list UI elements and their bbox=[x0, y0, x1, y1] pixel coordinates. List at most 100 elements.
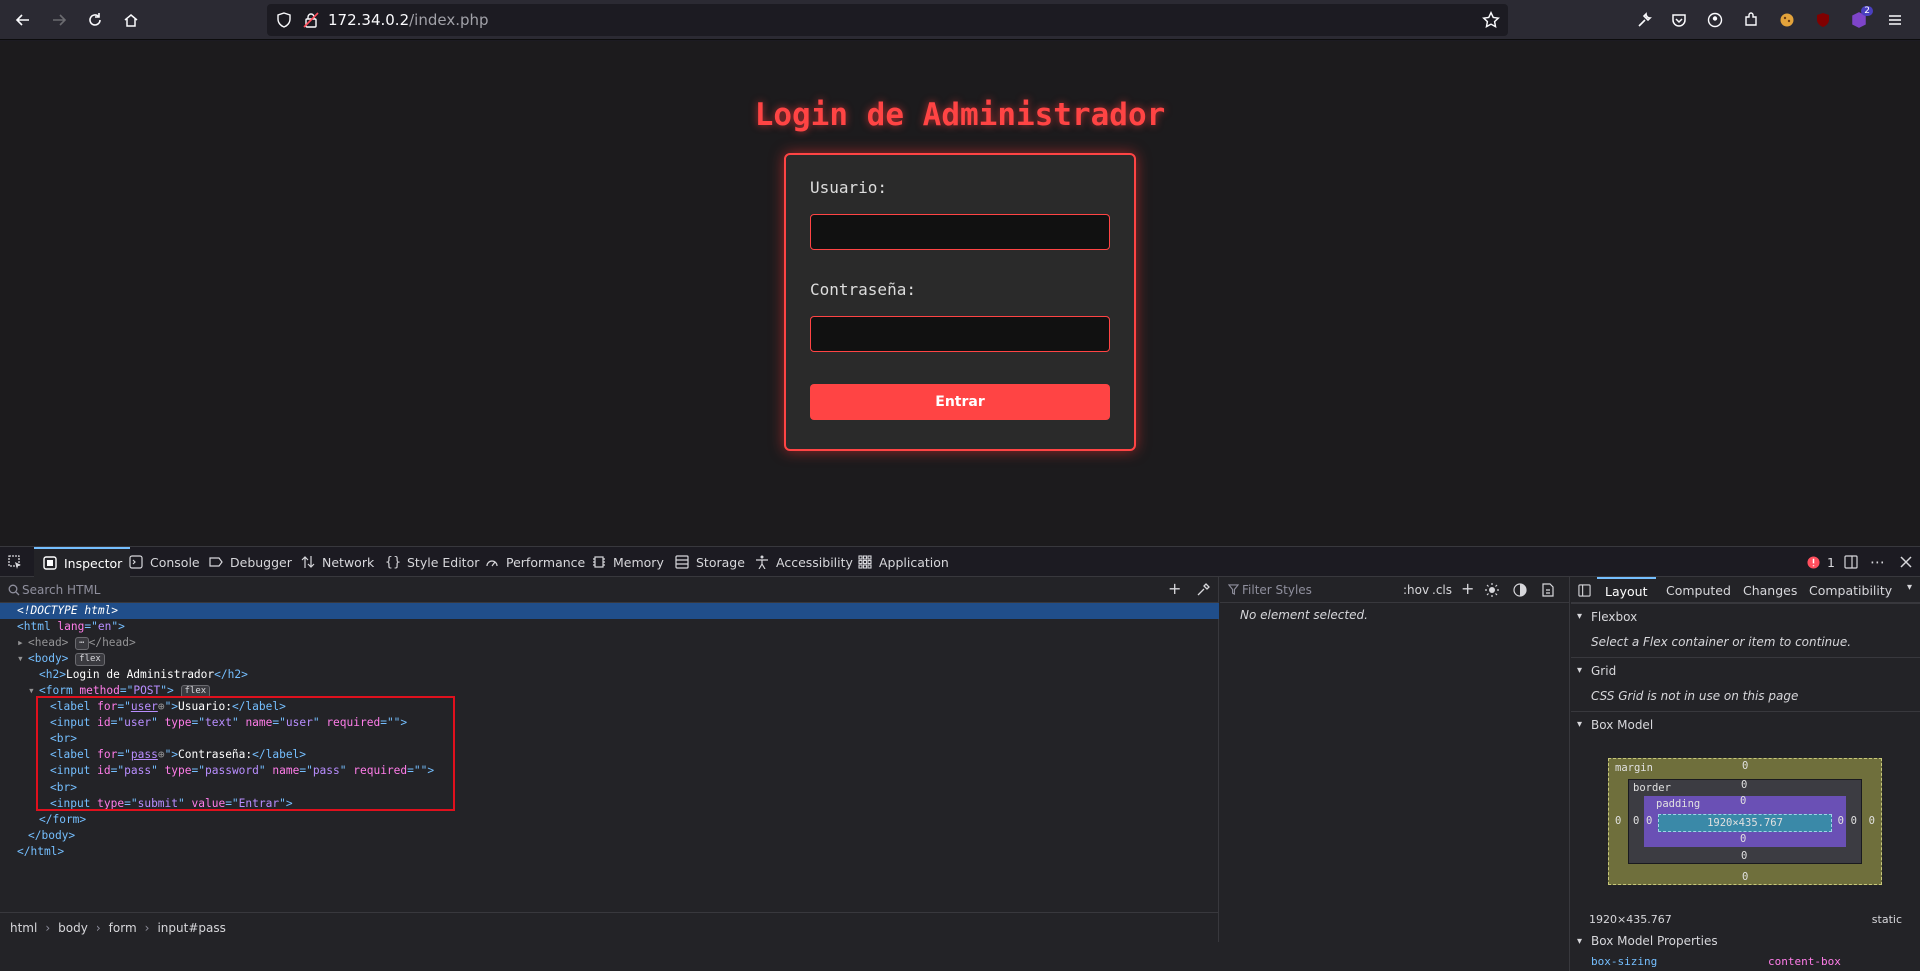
search-html-input[interactable]: Search HTML bbox=[22, 583, 100, 597]
tab-style-editor[interactable]: {} Style Editor bbox=[385, 547, 480, 577]
tree-node-html-close[interactable]: </html> bbox=[0, 844, 1219, 860]
border-left-value[interactable]: 0 bbox=[1633, 815, 1639, 827]
tab-memory[interactable]: Memory bbox=[591, 547, 664, 577]
login-form: Usuario: Contraseña: Entrar bbox=[784, 153, 1136, 451]
password-input[interactable] bbox=[810, 316, 1110, 352]
performance-icon bbox=[484, 554, 500, 570]
insecure-lock-icon[interactable] bbox=[303, 12, 319, 28]
bookmark-star-icon[interactable] bbox=[1482, 11, 1500, 29]
box-model-margin[interactable]: margin 0 0 0 0 border 0 0 0 0 padding 0 … bbox=[1608, 758, 1882, 885]
back-button[interactable] bbox=[9, 6, 37, 34]
margin-bottom-value[interactable]: 0 bbox=[1742, 871, 1748, 883]
breadcrumb-item[interactable]: html bbox=[10, 921, 37, 935]
box-model-content[interactable]: 1920×435.767 bbox=[1658, 814, 1832, 832]
toggle-panel-icon[interactable] bbox=[1578, 584, 1591, 597]
boxmodel-section-header[interactable]: ▾ Box Model bbox=[1571, 711, 1920, 737]
tree-node-h2[interactable]: <h2>Login de Administrador</h2> bbox=[0, 667, 1219, 683]
boxmodel-properties-header[interactable]: ▾ Box Model Properties bbox=[1571, 930, 1920, 952]
browser-toolbar: 172.34.0.2/index.php 2 bbox=[0, 0, 1920, 40]
expand-arrow-icon[interactable]: ▸ bbox=[17, 635, 24, 651]
padding-left-value[interactable]: 0 bbox=[1646, 815, 1652, 827]
tab-console[interactable]: Console bbox=[128, 547, 200, 577]
tab-computed[interactable]: Computed bbox=[1666, 583, 1731, 598]
filter-styles-input[interactable]: Filter Styles bbox=[1242, 583, 1312, 597]
breadcrumb-item[interactable]: form bbox=[109, 921, 137, 935]
add-rule-icon[interactable]: + bbox=[1461, 579, 1474, 598]
border-bottom-value[interactable]: 0 bbox=[1741, 850, 1747, 862]
cookie-ext-button[interactable] bbox=[1773, 6, 1801, 34]
breadcrumb-item[interactable]: body bbox=[58, 921, 88, 935]
devtools-tab-bar: Inspector Console Debugger Network {} Sty… bbox=[0, 547, 1920, 577]
username-input[interactable] bbox=[810, 214, 1110, 250]
hov-toggle[interactable]: :hov bbox=[1403, 583, 1429, 597]
reload-button[interactable] bbox=[81, 6, 109, 34]
flexbox-section-header[interactable]: ▾ Flexbox bbox=[1571, 603, 1920, 629]
home-icon bbox=[124, 14, 138, 27]
tree-node-html[interactable]: <html lang="en"> bbox=[0, 619, 1219, 635]
margin-right-value[interactable]: 0 bbox=[1869, 815, 1875, 827]
cls-toggle[interactable]: .cls bbox=[1432, 583, 1452, 597]
menu-button[interactable] bbox=[1881, 6, 1909, 34]
tree-node-body[interactable]: ▾ <body> flex bbox=[0, 651, 1219, 667]
dock-options-button[interactable] bbox=[1844, 547, 1858, 577]
tab-changes[interactable]: Changes bbox=[1743, 583, 1797, 598]
more-options-button[interactable]: ⋯ bbox=[1870, 547, 1885, 577]
tab-label: Memory bbox=[613, 554, 664, 570]
border-right-value[interactable]: 0 bbox=[1851, 815, 1857, 827]
tab-performance[interactable]: Performance bbox=[484, 547, 585, 577]
home-button[interactable] bbox=[117, 6, 145, 34]
forward-button[interactable] bbox=[45, 6, 73, 34]
padding-bottom-value[interactable]: 0 bbox=[1740, 833, 1746, 845]
border-top-value[interactable]: 0 bbox=[1741, 779, 1747, 791]
element-picker-button[interactable] bbox=[7, 547, 33, 577]
inspector-icon bbox=[42, 555, 58, 571]
tree-node-form-close[interactable]: </form> bbox=[0, 812, 1219, 828]
tab-application[interactable]: Application bbox=[857, 547, 949, 577]
grid-section-header[interactable]: ▾ Grid bbox=[1571, 657, 1920, 683]
tree-node-body-close[interactable]: </body> bbox=[0, 828, 1219, 844]
tab-compatibility[interactable]: Compatibility bbox=[1809, 583, 1892, 598]
tree-node-doctype[interactable]: <!DOCTYPE html> bbox=[0, 603, 1219, 620]
chevron-down-icon[interactable]: ▾ bbox=[1907, 582, 1912, 593]
box-model-border[interactable]: border 0 0 0 0 padding 0 0 0 0 1920×435.… bbox=[1628, 779, 1862, 864]
print-media-icon[interactable] bbox=[1541, 583, 1555, 597]
collapse-arrow-icon[interactable]: ▾ bbox=[28, 683, 35, 699]
error-count: 1 bbox=[1827, 554, 1835, 570]
tab-storage[interactable]: Storage bbox=[674, 547, 745, 577]
tab-network[interactable]: Network bbox=[300, 547, 374, 577]
pocket-icon bbox=[1672, 14, 1686, 27]
breadcrumb-item[interactable]: input#pass bbox=[157, 921, 225, 935]
tools-button[interactable] bbox=[1630, 6, 1658, 34]
tab-layout[interactable]: Layout bbox=[1597, 577, 1656, 603]
light-theme-icon[interactable] bbox=[1485, 583, 1499, 597]
tab-debugger[interactable]: Debugger bbox=[208, 547, 292, 577]
error-count-indicator[interactable]: 1 bbox=[1805, 547, 1835, 577]
section-title: Grid bbox=[1591, 663, 1617, 678]
account-button[interactable] bbox=[1701, 6, 1729, 34]
flex-badge[interactable]: flex bbox=[75, 653, 105, 667]
pocket-button[interactable] bbox=[1665, 6, 1693, 34]
url-bar[interactable]: 172.34.0.2/index.php bbox=[267, 4, 1508, 36]
tab-label: Network bbox=[322, 554, 375, 570]
box-model-padding[interactable]: padding 0 0 0 0 1920×435.767 bbox=[1644, 795, 1846, 847]
extension-badge-button[interactable]: 2 bbox=[1845, 6, 1873, 34]
shield-icon[interactable] bbox=[276, 12, 292, 28]
eyedropper-icon[interactable] bbox=[1196, 583, 1210, 597]
collapse-arrow-icon: ▾ bbox=[1577, 935, 1583, 947]
tab-inspector[interactable]: Inspector bbox=[34, 547, 131, 577]
wrench-icon bbox=[1638, 12, 1652, 27]
tab-accessibility[interactable]: Accessibility bbox=[754, 547, 853, 577]
margin-left-value[interactable]: 0 bbox=[1615, 815, 1621, 827]
padding-right-value[interactable]: 0 bbox=[1838, 815, 1844, 827]
ublock-button[interactable] bbox=[1809, 6, 1837, 34]
margin-top-value[interactable]: 0 bbox=[1742, 760, 1748, 772]
contrast-icon[interactable] bbox=[1513, 583, 1527, 597]
collapse-arrow-icon[interactable]: ▾ bbox=[17, 651, 24, 667]
close-devtools-button[interactable] bbox=[1900, 547, 1912, 577]
extensions-button[interactable] bbox=[1737, 6, 1765, 34]
add-node-icon[interactable]: + bbox=[1168, 579, 1181, 598]
padding-top-value[interactable]: 0 bbox=[1740, 795, 1746, 807]
submit-button[interactable]: Entrar bbox=[810, 384, 1110, 420]
tree-node-head[interactable]: ▸ <head> ⋯ </head> bbox=[0, 635, 1219, 651]
collapsed-content-icon[interactable]: ⋯ bbox=[75, 637, 89, 651]
